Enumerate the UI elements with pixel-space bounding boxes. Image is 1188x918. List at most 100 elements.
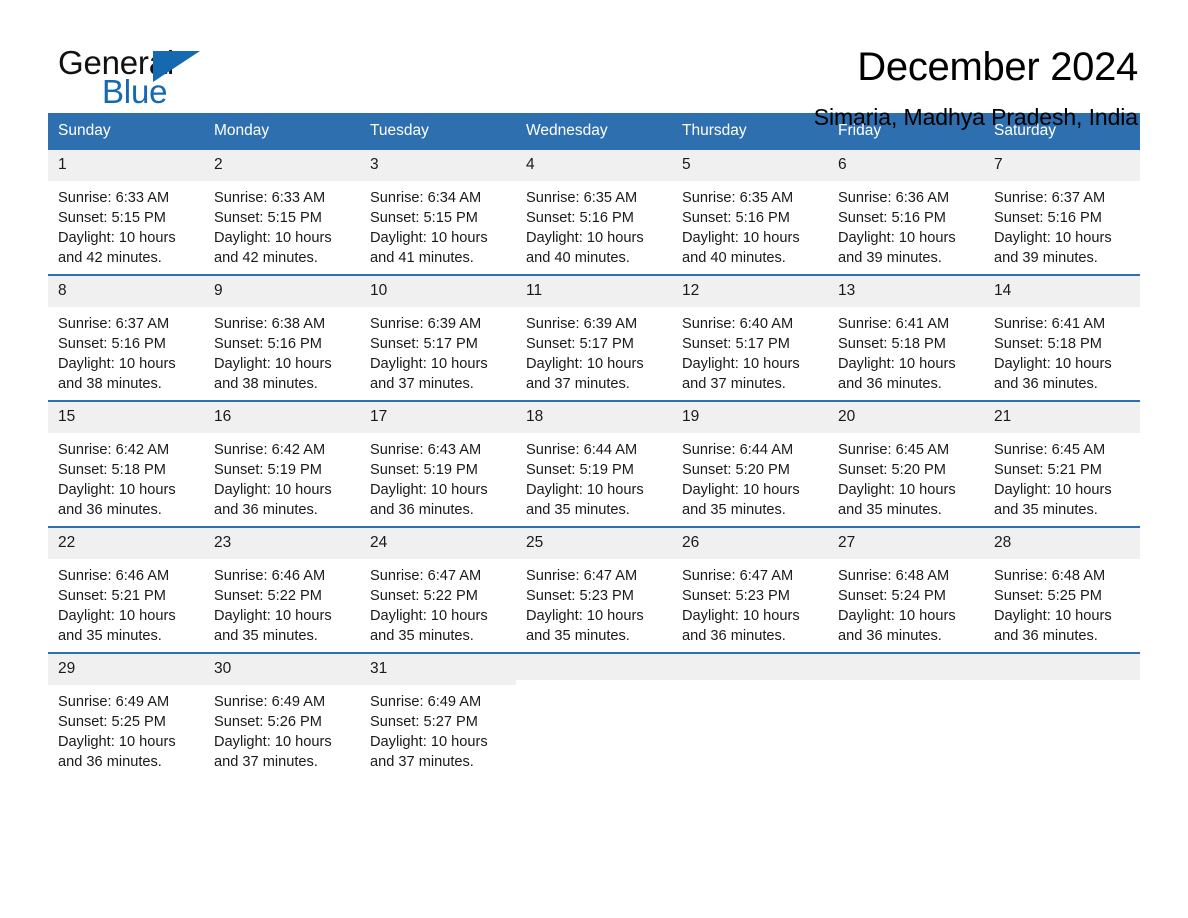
calendar-week-cells: 15 Sunrise: 6:42 AM Sunset: 5:18 PM Dayligh… [48, 402, 1140, 526]
calendar-day-cell[interactable]: 7 Sunrise: 6:37 AM Sunset: 5:16 PM Daylight… [984, 150, 1140, 274]
calendar-day-cell[interactable]: 17 Sunrise: 6:43 AM Sunset: 5:19 PM Dayligh… [360, 402, 516, 526]
calendar-day-cell[interactable]: 24 Sunrise: 6:47 AM Sunset: 5:22 PM Dayligh… [360, 528, 516, 652]
daylight-text: Daylight: 10 hours and 39 minutes. [994, 230, 1112, 267]
sunrise-text: Sunrise: 6:39 AM [370, 315, 482, 332]
calendar-day-cell[interactable]: 20 Sunrise: 6:45 AM Sunset: 5:20 PM Dayligh… [828, 402, 984, 526]
day-number: 6 [828, 150, 984, 181]
sunset-text: Sunset: 5:16 PM [214, 335, 322, 352]
daylight-text: Daylight: 10 hours and 35 minutes. [526, 482, 644, 519]
sunrise-text: Sunrise: 6:35 AM [682, 189, 794, 206]
calendar-day-cell[interactable]: 19 Sunrise: 6:44 AM Sunset: 5:20 PM Dayligh… [672, 402, 828, 526]
calendar-day-cell[interactable]: 13 Sunrise: 6:41 AM Sunset: 5:18 PM Dayligh… [828, 276, 984, 400]
weekday-header-wednesday: Wednesday [526, 122, 608, 139]
calendar-day-cell[interactable]: 29 Sunrise: 6:49 AM Sunset: 5:25 PM Dayligh… [48, 654, 204, 778]
calendar-day-cell[interactable]: 30 Sunrise: 6:49 AM Sunset: 5:26 PM Dayligh… [204, 654, 360, 778]
sunrise-text: Sunrise: 6:37 AM [994, 189, 1106, 206]
daylight-text: Daylight: 10 hours and 42 minutes. [214, 230, 332, 267]
calendar-week-row: 22 Sunrise: 6:46 AM Sunset: 5:21 PM Dayligh… [48, 526, 1140, 652]
daylight-text: Daylight: 10 hours and 36 minutes. [370, 482, 488, 519]
sunset-text: Sunset: 5:19 PM [526, 461, 634, 478]
sunrise-text: Sunrise: 6:40 AM [682, 315, 794, 332]
daylight-text: Daylight: 10 hours and 35 minutes. [58, 608, 176, 645]
calendar-day-cell[interactable]: 25 Sunrise: 6:47 AM Sunset: 5:23 PM Dayligh… [516, 528, 672, 652]
sunset-text: Sunset: 5:18 PM [838, 335, 946, 352]
calendar-day-cell[interactable]: 16 Sunrise: 6:42 AM Sunset: 5:19 PM Dayligh… [204, 402, 360, 526]
calendar-day-cell-empty [516, 654, 672, 778]
weekday-header-thursday: Thursday [682, 122, 747, 139]
sunset-text: Sunset: 5:17 PM [526, 335, 634, 352]
calendar-week-cells: 29 Sunrise: 6:49 AM Sunset: 5:25 PM Dayligh… [48, 654, 1140, 778]
calendar-day-cell[interactable]: 28 Sunrise: 6:48 AM Sunset: 5:25 PM Dayligh… [984, 528, 1140, 652]
calendar-day-cell[interactable]: 15 Sunrise: 6:42 AM Sunset: 5:18 PM Dayligh… [48, 402, 204, 526]
day-number: 19 [672, 402, 828, 433]
calendar-day-cell[interactable]: 4 Sunrise: 6:35 AM Sunset: 5:16 PM Daylight… [516, 150, 672, 274]
sunset-text: Sunset: 5:19 PM [370, 461, 478, 478]
calendar-day-cell[interactable]: 14 Sunrise: 6:41 AM Sunset: 5:18 PM Dayligh… [984, 276, 1140, 400]
calendar-day-cell[interactable]: 8 Sunrise: 6:37 AM Sunset: 5:16 PM Daylight… [48, 276, 204, 400]
sunrise-text: Sunrise: 6:44 AM [526, 441, 638, 458]
calendar-day-cell[interactable]: 9 Sunrise: 6:38 AM Sunset: 5:16 PM Daylight… [204, 276, 360, 400]
sunrise-text: Sunrise: 6:46 AM [58, 567, 170, 584]
calendar-day-cell[interactable]: 26 Sunrise: 6:47 AM Sunset: 5:23 PM Dayligh… [672, 528, 828, 652]
sunset-text: Sunset: 5:22 PM [214, 587, 322, 604]
sunset-text: Sunset: 5:21 PM [58, 587, 166, 604]
calendar-grid: Sunday Monday Tuesday Wednesday Thursday… [48, 113, 1140, 778]
day-details: Sunrise: 6:37 AM Sunset: 5:16 PM Daylight:… [48, 307, 204, 395]
weekday-header-sunday: Sunday [58, 122, 111, 139]
day-details: Sunrise: 6:44 AM Sunset: 5:19 PM Daylight:… [516, 433, 672, 521]
calendar-day-cell[interactable]: 12 Sunrise: 6:40 AM Sunset: 5:17 PM Dayligh… [672, 276, 828, 400]
sunrise-text: Sunrise: 6:48 AM [994, 567, 1106, 584]
calendar-day-cell[interactable]: 6 Sunrise: 6:36 AM Sunset: 5:16 PM Daylight… [828, 150, 984, 274]
calendar-day-cell-empty [828, 654, 984, 778]
calendar-day-cell[interactable]: 18 Sunrise: 6:44 AM Sunset: 5:19 PM Dayligh… [516, 402, 672, 526]
sunset-text: Sunset: 5:26 PM [214, 713, 322, 730]
day-number [828, 654, 984, 681]
daylight-text: Daylight: 10 hours and 37 minutes. [682, 356, 800, 393]
sunset-text: Sunset: 5:20 PM [682, 461, 790, 478]
daylight-text: Daylight: 10 hours and 36 minutes. [682, 608, 800, 645]
day-number: 3 [360, 150, 516, 181]
sunrise-text: Sunrise: 6:33 AM [58, 189, 170, 206]
calendar-day-cell[interactable]: 27 Sunrise: 6:48 AM Sunset: 5:24 PM Dayligh… [828, 528, 984, 652]
day-details: Sunrise: 6:33 AM Sunset: 5:15 PM Daylight:… [204, 181, 360, 269]
day-number: 25 [516, 528, 672, 559]
day-details: Sunrise: 6:49 AM Sunset: 5:26 PM Daylight:… [204, 685, 360, 773]
generalblue-logo: General Blue [58, 46, 208, 108]
sunset-text: Sunset: 5:15 PM [58, 209, 166, 226]
sunset-text: Sunset: 5:23 PM [526, 587, 634, 604]
day-number: 9 [204, 276, 360, 307]
day-details [984, 680, 1140, 687]
day-number: 22 [48, 528, 204, 559]
day-details: Sunrise: 6:45 AM Sunset: 5:20 PM Daylight:… [828, 433, 984, 521]
day-number: 8 [48, 276, 204, 307]
calendar-day-cell[interactable]: 22 Sunrise: 6:46 AM Sunset: 5:21 PM Dayligh… [48, 528, 204, 652]
day-details: Sunrise: 6:39 AM Sunset: 5:17 PM Daylight:… [516, 307, 672, 395]
calendar-day-cell[interactable]: 31 Sunrise: 6:49 AM Sunset: 5:27 PM Dayligh… [360, 654, 516, 778]
logo-text-blue: Blue [102, 73, 168, 110]
day-details [672, 680, 828, 687]
daylight-text: Daylight: 10 hours and 35 minutes. [526, 608, 644, 645]
calendar-day-cell[interactable]: 11 Sunrise: 6:39 AM Sunset: 5:17 PM Dayligh… [516, 276, 672, 400]
daylight-text: Daylight: 10 hours and 36 minutes. [838, 608, 956, 645]
calendar-day-cell[interactable]: 5 Sunrise: 6:35 AM Sunset: 5:16 PM Daylight… [672, 150, 828, 274]
sunset-text: Sunset: 5:27 PM [370, 713, 478, 730]
daylight-text: Daylight: 10 hours and 36 minutes. [838, 356, 956, 393]
calendar-day-cell[interactable]: 21 Sunrise: 6:45 AM Sunset: 5:21 PM Dayligh… [984, 402, 1140, 526]
daylight-text: Daylight: 10 hours and 37 minutes. [370, 734, 488, 771]
calendar-day-cell[interactable]: 1 Sunrise: 6:33 AM Sunset: 5:15 PM Daylight… [48, 150, 204, 274]
calendar-day-cell[interactable]: 10 Sunrise: 6:39 AM Sunset: 5:17 PM Dayligh… [360, 276, 516, 400]
day-number [984, 654, 1140, 681]
calendar-day-cell[interactable]: 23 Sunrise: 6:46 AM Sunset: 5:22 PM Dayligh… [204, 528, 360, 652]
sunrise-text: Sunrise: 6:47 AM [526, 567, 638, 584]
day-number: 1 [48, 150, 204, 181]
sunset-text: Sunset: 5:19 PM [214, 461, 322, 478]
sunrise-text: Sunrise: 6:33 AM [214, 189, 326, 206]
calendar-day-cell[interactable]: 3 Sunrise: 6:34 AM Sunset: 5:15 PM Daylight… [360, 150, 516, 274]
daylight-text: Daylight: 10 hours and 35 minutes. [682, 482, 800, 519]
sunset-text: Sunset: 5:21 PM [994, 461, 1102, 478]
calendar-day-cell-empty [672, 654, 828, 778]
calendar-week-row: 29 Sunrise: 6:49 AM Sunset: 5:25 PM Dayligh… [48, 652, 1140, 778]
calendar-day-cell[interactable]: 2 Sunrise: 6:33 AM Sunset: 5:15 PM Daylight… [204, 150, 360, 274]
day-details: Sunrise: 6:49 AM Sunset: 5:25 PM Daylight:… [48, 685, 204, 773]
day-details: Sunrise: 6:33 AM Sunset: 5:15 PM Daylight:… [48, 181, 204, 269]
